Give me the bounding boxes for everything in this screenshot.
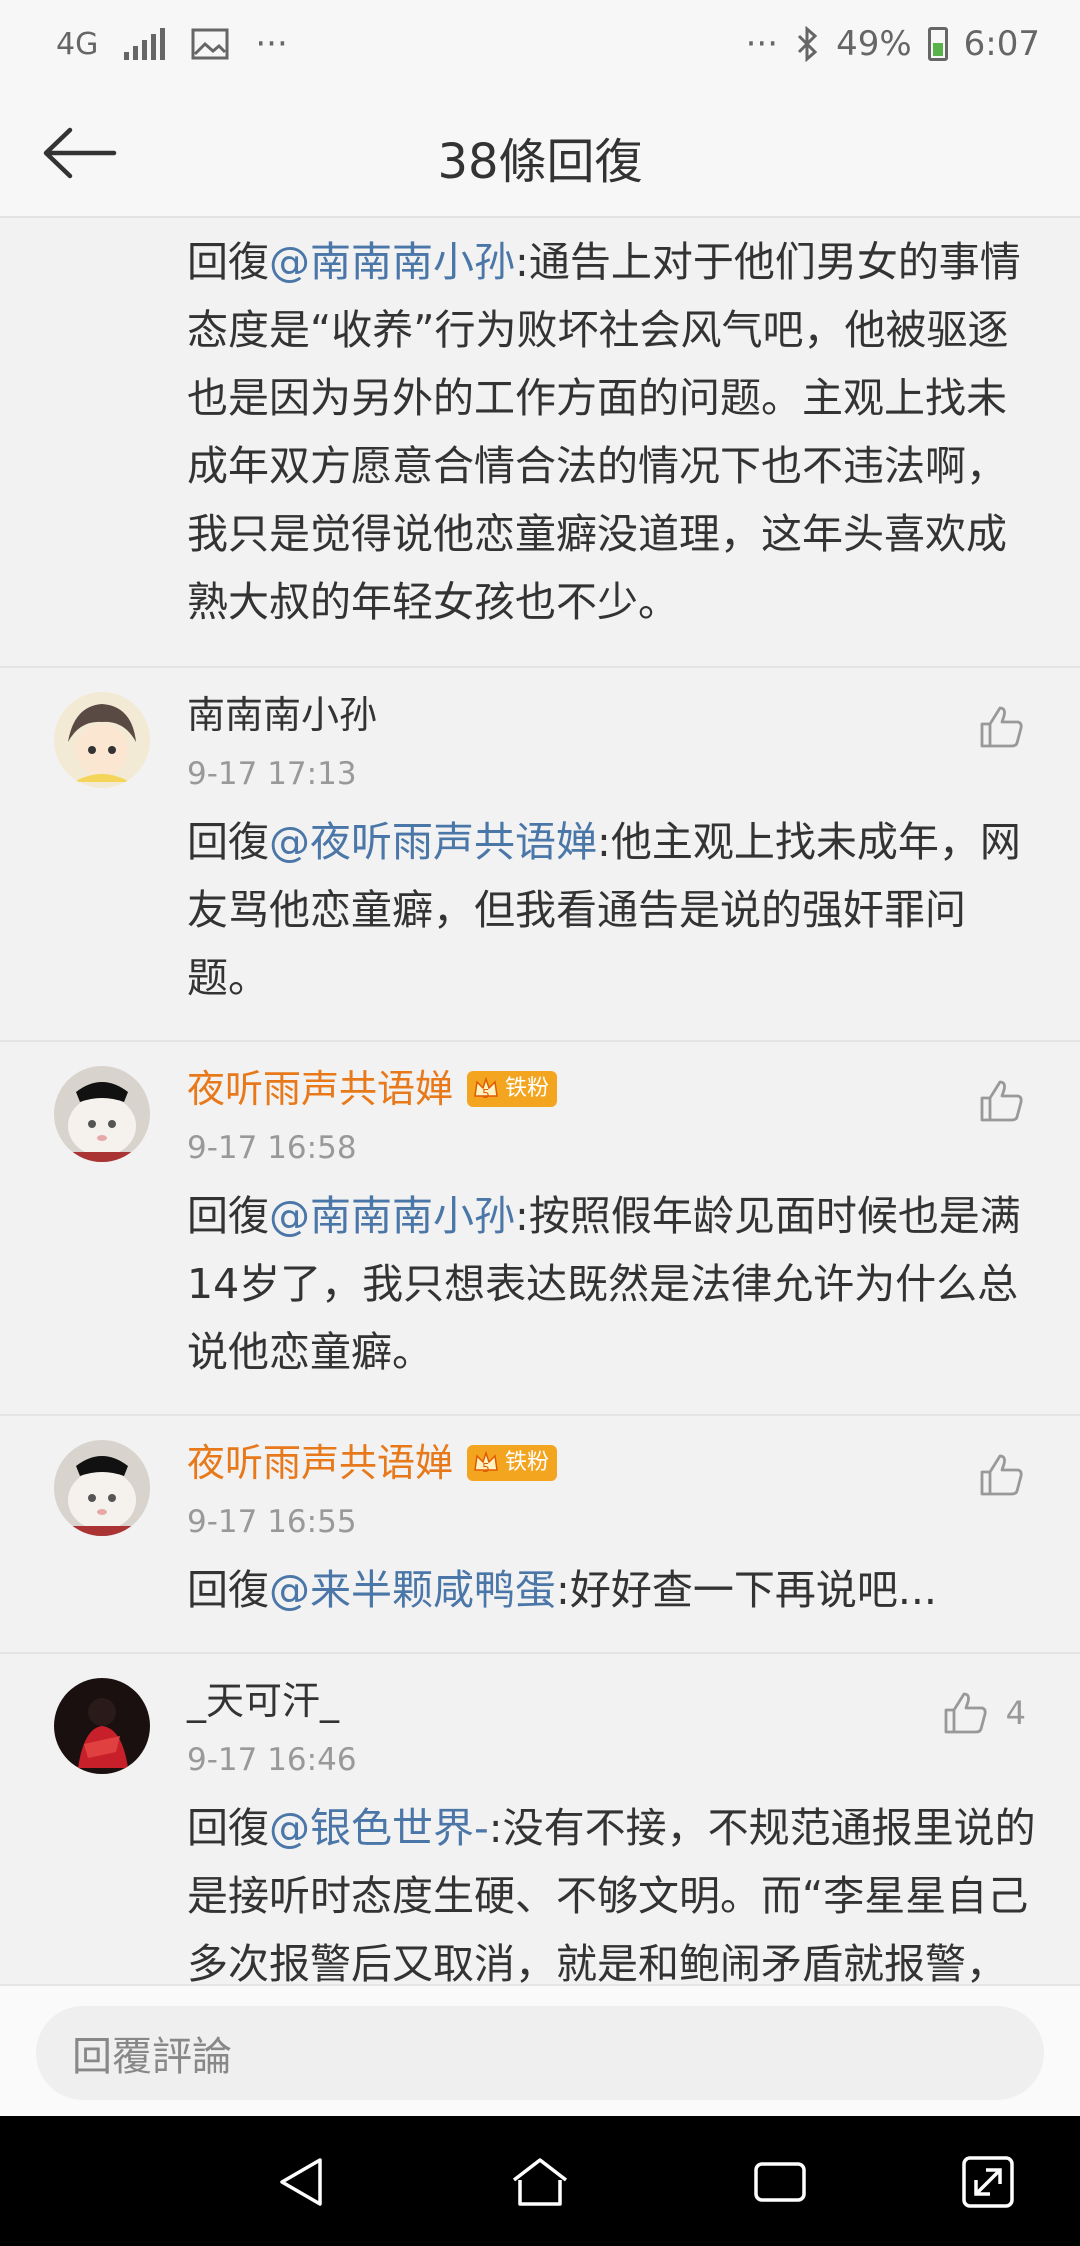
mention-link[interactable]: @银色世界- [269, 1804, 489, 1852]
comment-text: 回復@来半颗咸鸭蛋:好好查一下再说吧... [187, 1556, 1040, 1624]
more-status-icon: ··· [745, 24, 779, 64]
nav-expand-button[interactable] [956, 2150, 1020, 2214]
username[interactable]: 夜听雨声共语婵 5 铁粉 [187, 1064, 1040, 1114]
comment-time: 9-17 16:46 [187, 1742, 357, 1778]
username[interactable]: 南南南小孙 [187, 690, 1040, 740]
reply-bar: 回覆評論 [0, 1984, 1080, 2116]
mention-link[interactable]: @夜听雨声共语婵 [269, 818, 597, 866]
avatar[interactable] [54, 1066, 150, 1162]
status-bar: 4G ··· ··· 49% 6:07 [0, 0, 1080, 88]
comment-text: 回復@银色世界-:没有不接，不规范通报里说的是接听时态度生硬、不够文明。而“李星… [187, 1794, 1040, 1984]
avatar[interactable] [54, 1678, 150, 1774]
username[interactable]: 夜听雨声共语婵 5 铁粉 [187, 1438, 1040, 1488]
like-button[interactable] [976, 1450, 1026, 1500]
gallery-icon [191, 28, 229, 60]
bluetooth-icon [798, 26, 818, 62]
reply-input[interactable]: 回覆評論 [36, 2006, 1044, 2100]
reply-prefix: 回復 [187, 238, 269, 286]
comment-text: 回復@南南南小孙:按照假年龄见面时候也是满14岁了，我只想表达既然是法律允许为什… [187, 1182, 1040, 1386]
reply-prefix: 回復 [187, 1804, 269, 1852]
username[interactable]: _天可汗_ [187, 1676, 1040, 1726]
network-indicator: 4G [56, 26, 99, 62]
thumbs-up-icon [980, 1454, 1023, 1496]
mention-link[interactable]: @南南南小孙 [269, 1192, 515, 1240]
comment-time: 9-17 17:13 [187, 756, 357, 792]
svg-text:5: 5 [482, 1087, 490, 1101]
like-button[interactable] [976, 1076, 1026, 1126]
thumbs-up-icon [944, 1692, 987, 1734]
comment-body: :通告上对于他们男女的事情态度是“收养”行为败坏社会风气吧，他被驱逐也是因为另外… [187, 238, 1021, 626]
mention-link[interactable]: @南南南小孙 [269, 238, 515, 286]
fan-badge: 5 铁粉 [467, 1071, 558, 1107]
fan-badge: 5 铁粉 [467, 1445, 558, 1481]
badge-label: 铁粉 [505, 1076, 550, 1101]
comment-item[interactable]: 回復@南南南小孙:通告上对于他们男女的事情态度是“收养”行为败坏社会风气吧，他被… [0, 218, 1080, 668]
badge-label: 铁粉 [505, 1450, 550, 1475]
battery-icon [927, 27, 948, 61]
reply-prefix: 回復 [187, 1192, 269, 1240]
comment-item[interactable]: 夜听雨声共语婵 5 铁粉 9-17 16:55 回復@来半颗咸鸭蛋:好好查一下再… [0, 1416, 1080, 1654]
crown-icon: 5 [474, 1076, 498, 1101]
like-button[interactable] [976, 702, 1026, 752]
header: 38條回復 [0, 88, 1080, 218]
more-notifications-icon: ··· [255, 24, 288, 64]
nav-home-button[interactable] [508, 2150, 572, 2214]
avatar[interactable] [54, 1440, 150, 1536]
comment-time: 9-17 16:58 [187, 1130, 357, 1166]
comment-text: 回復@南南南小孙:通告上对于他们男女的事情态度是“收养”行为败坏社会风气吧，他被… [187, 228, 1040, 636]
clock: 6:07 [963, 24, 1040, 64]
comment-item[interactable]: 夜听雨声共语婵 5 铁粉 9-17 16:58 回復@南南南小孙:按照假年龄见面… [0, 1042, 1080, 1416]
nav-recents-button[interactable] [748, 2150, 812, 2214]
mention-link[interactable]: @来半颗咸鸭蛋 [269, 1566, 556, 1614]
thumbs-up-icon [980, 706, 1023, 748]
username-text: 夜听雨声共语婵 [187, 1441, 454, 1485]
svg-text:5: 5 [482, 1461, 490, 1475]
reply-prefix: 回復 [187, 818, 269, 866]
page-title: 38條回復 [437, 134, 643, 190]
signal-icon [124, 28, 166, 60]
username-text: 夜听雨声共语婵 [187, 1067, 454, 1111]
thumbs-up-icon [980, 1080, 1023, 1122]
comment-time: 9-17 16:55 [187, 1504, 357, 1540]
nav-back-icon [280, 2158, 322, 2206]
comment-list[interactable]: 回復@南南南小孙:通告上对于他们男女的事情态度是“收养”行为败坏社会风气吧，他被… [0, 218, 1080, 1984]
like-button[interactable]: 4 [940, 1688, 1026, 1738]
system-nav-bar [0, 2116, 1080, 2246]
comment-body: :好好查一下再说吧... [556, 1566, 937, 1614]
comment-item[interactable]: 南南南小孙 9-17 17:13 回復@夜听雨声共语婵:他主观上找未成年，网友骂… [0, 668, 1080, 1042]
crown-icon: 5 [474, 1450, 498, 1475]
comment-text: 回復@夜听雨声共语婵:他主观上找未成年，网友骂他恋童癖，但我看通告是说的强奸罪问… [187, 808, 1040, 1012]
nav-recents-icon [754, 2162, 806, 2202]
reply-prefix: 回復 [187, 1566, 269, 1614]
comment-item[interactable]: _天可汗_ 9-17 16:46 回復@银色世界-:没有不接，不规范通报里说的是… [0, 1654, 1080, 1984]
expand-icon [962, 2156, 1014, 2208]
nav-back-button[interactable] [270, 2150, 334, 2214]
like-count: 4 [1005, 1694, 1026, 1732]
battery-percent: 49% [836, 24, 912, 64]
nav-home-icon [512, 2158, 568, 2206]
avatar[interactable] [54, 692, 150, 788]
